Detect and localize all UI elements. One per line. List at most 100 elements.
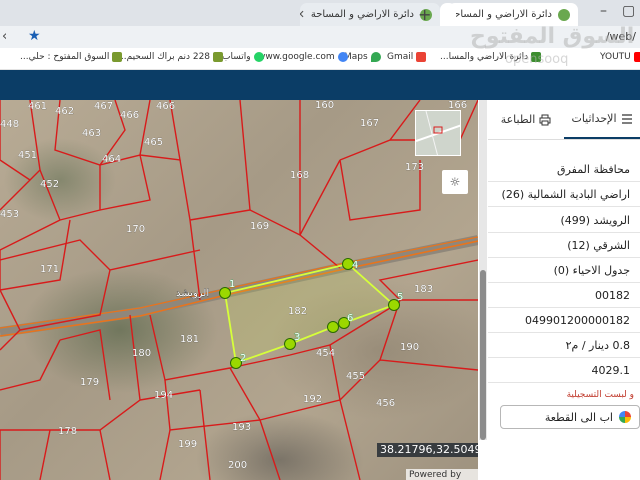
map-attribution: Powered by Esri <box>406 469 478 480</box>
doc-icon <box>112 52 123 62</box>
parcel-number: 199 <box>178 439 197 450</box>
vertex-label: 6 <box>347 313 353 324</box>
parcel-number: 466 <box>156 101 175 112</box>
parcel-number: 461 <box>28 101 47 112</box>
parcel-number: 167 <box>360 118 379 129</box>
bookmark-item[interactable]: واتساب <box>222 52 264 62</box>
parcel-number: 171 <box>40 264 59 275</box>
close-tab-icon[interactable]: ✕ <box>300 8 305 21</box>
vertex-label: 3 <box>294 332 300 343</box>
parcel-number: 455 <box>346 371 365 382</box>
app-header <box>0 70 640 100</box>
minimize-window-icon[interactable]: – <box>600 3 607 19</box>
chevron-left-icon[interactable]: ‹ <box>2 29 7 44</box>
restore-window-icon[interactable]: ▢ <box>622 3 635 19</box>
info-area: 4029.1 <box>488 359 640 383</box>
parcel-number: 451 <box>18 150 37 161</box>
maps-icon <box>370 52 381 62</box>
dls-favicon-icon <box>558 8 570 21</box>
printer-icon <box>539 114 551 125</box>
tab-print[interactable]: الطباعة <box>488 100 564 139</box>
vertex-label: 1 <box>229 279 235 290</box>
parcel-number: 192 <box>303 394 322 405</box>
bookmark-label: واتساب <box>222 52 251 62</box>
panel-scrollbar[interactable] <box>479 100 487 440</box>
parcel-map: 1 2 3 4 5 6 الرويشد 461 462 467 466 160 … <box>0 100 478 480</box>
tab-label: الإحداثيات <box>571 112 617 125</box>
list-icon <box>621 113 632 124</box>
whatsapp-icon <box>253 52 264 62</box>
new-tab-button[interactable]: + <box>418 5 431 24</box>
bookmark-item[interactable]: 228 دنم براك السحيم... <box>118 52 224 62</box>
browser-tab[interactable]: دائرة الاراضي و المساحة ✕ <box>448 3 578 26</box>
overview-minimap[interactable] <box>415 110 461 156</box>
watermark-logo-latin: opensooq <box>505 52 569 67</box>
parcel-number: 193 <box>232 422 251 433</box>
parcel-number: 194 <box>154 390 173 401</box>
tab-label: الطباعة <box>500 113 536 126</box>
bookmark-item[interactable]: Maps <box>344 52 381 62</box>
parcel-number: 463 <box>82 128 101 139</box>
go-to-parcel-label: اب الى القطعة <box>544 410 613 424</box>
bookmark-star-icon[interactable]: ★ <box>28 28 41 44</box>
parcel-number: 180 <box>132 348 151 359</box>
selected-parcel[interactable] <box>223 263 396 365</box>
basemap-toggle-button[interactable]: ☼ <box>442 170 468 194</box>
parcel-number: 168 <box>290 170 309 181</box>
road-label: الرويشد <box>176 288 209 299</box>
parcel-number: 465 <box>144 137 163 148</box>
gmail-icon <box>416 52 427 62</box>
watermark-logo: السوق المفتوح <box>470 24 635 49</box>
parcel-number: 178 <box>58 426 77 437</box>
info-governorate: محافظة المفرق <box>488 158 640 182</box>
parcel-number: 173 <box>405 162 424 173</box>
parcel-number: 462 <box>55 106 74 117</box>
go-to-parcel-button[interactable]: اب الى القطعة <box>500 405 640 429</box>
info-neighborhood: جدول الاحياء (0) <box>488 259 640 283</box>
parcel-number: 464 <box>102 154 121 165</box>
bookmark-item[interactable]: السوق المفتوح : حلي... <box>20 52 123 62</box>
bookmark-item[interactable]: YOUTU <box>600 52 640 62</box>
vertex-label: 4 <box>352 260 358 271</box>
registration-docs-link[interactable]: و لبست التسجيلية <box>488 390 640 404</box>
scrollbar-thumb[interactable] <box>480 270 486 440</box>
parcel-number: 182 <box>288 306 307 317</box>
parcel-info-panel: الإحداثيات الطباعة محافظة المفرق اراضي ا… <box>488 100 640 480</box>
parcel-number: 200 <box>228 460 247 471</box>
bookmark-item[interactable]: Gmail <box>387 52 427 62</box>
info-parcel-id: 049901200000182 <box>488 309 640 333</box>
browser-tab-label: دائرة الاراضي و المساحة <box>448 9 552 20</box>
vertex-label: 2 <box>240 353 246 364</box>
bookmark-label: YOUTU <box>600 52 631 62</box>
bookmark-label: السوق المفتوح : حلي... <box>20 52 110 62</box>
spacer <box>440 3 456 26</box>
parcel-number: 183 <box>414 284 433 295</box>
parcel-number: 456 <box>376 398 395 409</box>
parcel-number: 452 <box>40 179 59 190</box>
parcel-number: 169 <box>250 221 269 232</box>
browser-tab-label: دائرة الاراضي و المساحة <box>310 9 414 20</box>
parcel-number: 190 <box>400 342 419 353</box>
info-price-per-m2: 0.8 دينار / م٢ <box>488 334 640 358</box>
parcel-number: 179 <box>80 377 99 388</box>
panel-tabs: الإحداثيات الطباعة <box>488 100 640 140</box>
bookmark-item[interactable]: www.google.com <box>258 52 348 62</box>
parcel-number: 466 <box>120 110 139 121</box>
bookmark-label: Gmail <box>387 52 414 62</box>
bookmark-label: www.google.com <box>258 52 335 62</box>
parcel-number: 453 <box>0 209 19 220</box>
info-parcel-number: 00182 <box>488 284 640 308</box>
cursor-coordinates: 38.21796,32.50492 <box>377 443 478 457</box>
parcel-number: 170 <box>126 224 145 235</box>
parcel-number: 467 <box>94 101 113 112</box>
tab-coordinates[interactable]: الإحداثيات <box>564 100 640 139</box>
map-view[interactable]: 1 2 3 4 5 6 الرويشد 461 462 467 466 160 … <box>0 100 478 480</box>
info-village: الرويشد (499) <box>488 209 640 233</box>
bookmark-label: 228 دنم براك السحيم... <box>118 52 211 62</box>
sun-icon: ☼ <box>449 175 461 189</box>
vertex-label: 5 <box>397 292 403 303</box>
vertex-dot[interactable] <box>327 321 339 333</box>
parcel-number: 454 <box>316 348 335 359</box>
info-basin: الشرقي (12) <box>488 234 640 258</box>
doc-icon <box>213 52 224 62</box>
